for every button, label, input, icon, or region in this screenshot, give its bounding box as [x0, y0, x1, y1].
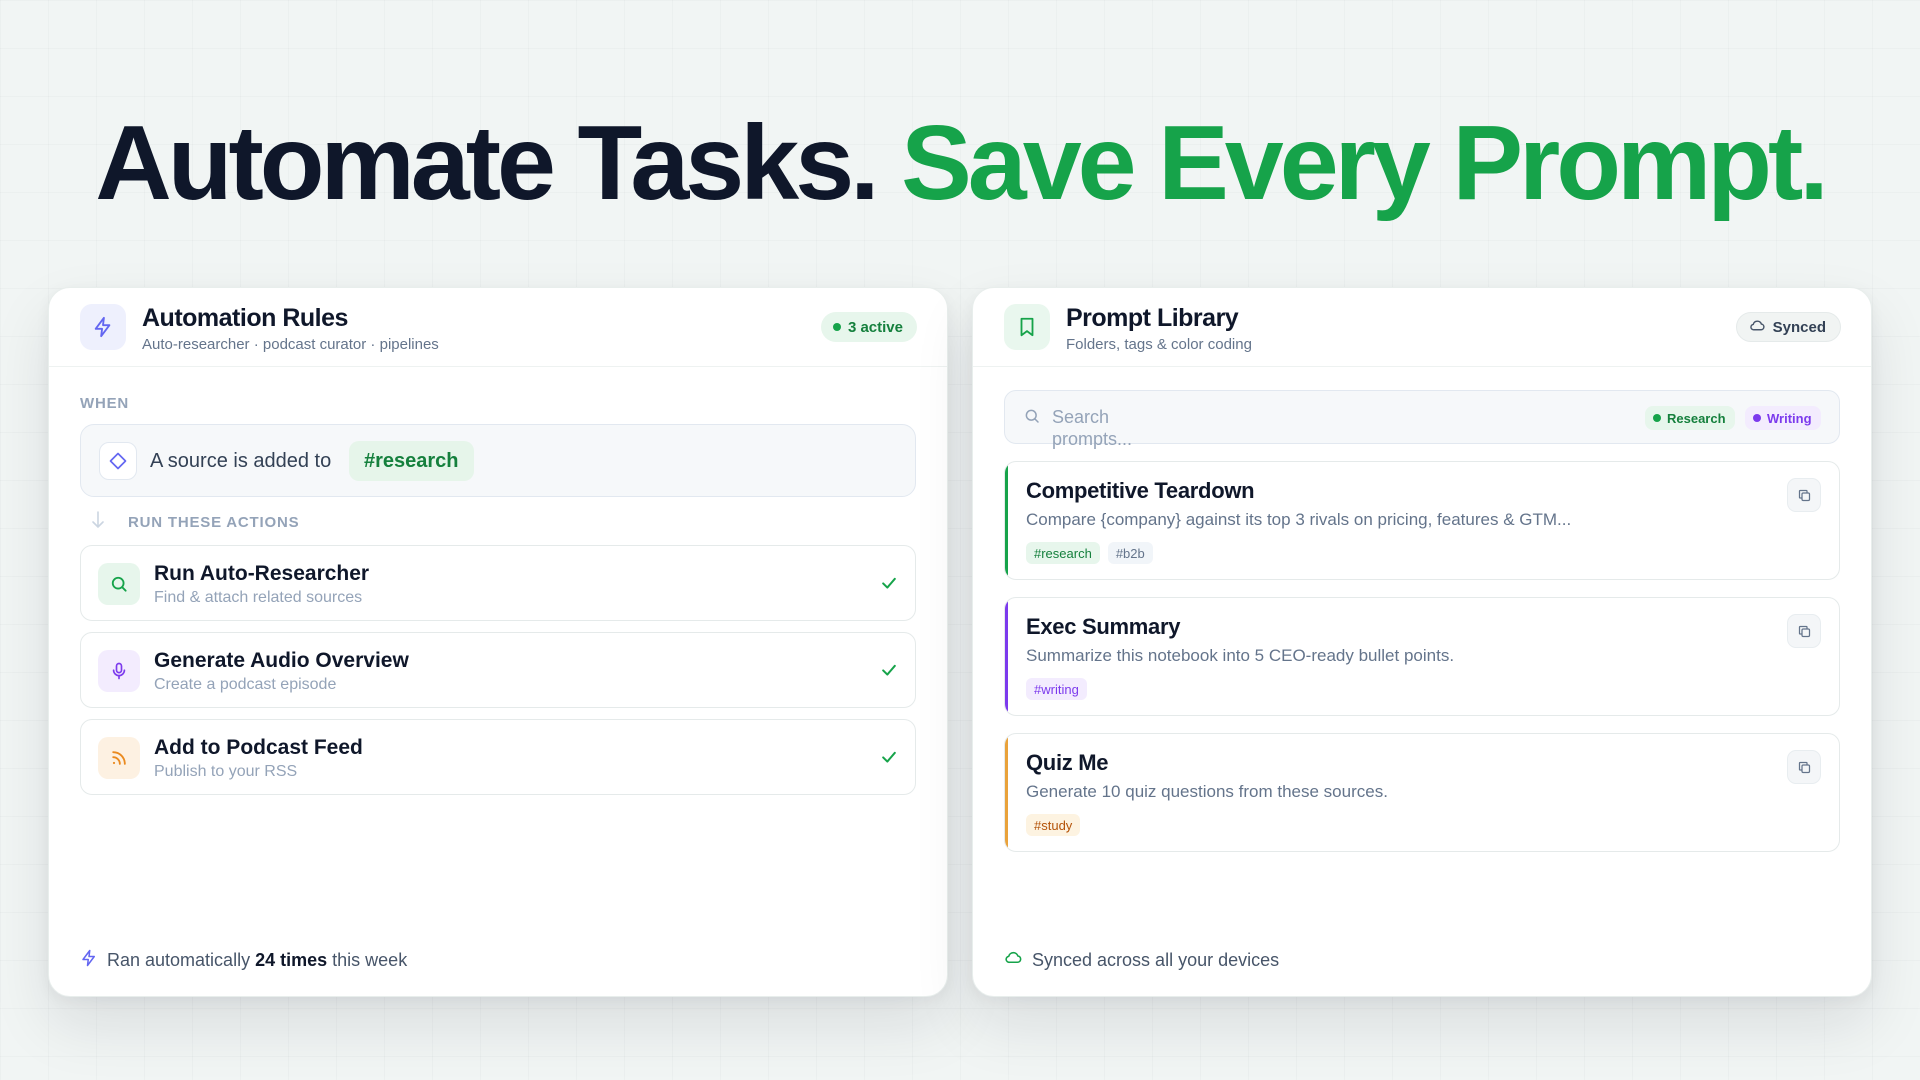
- action-title: Add to Podcast Feed: [154, 736, 363, 759]
- copy-icon: [1798, 489, 1810, 501]
- library-subtitle: Folders, tags & color coding: [1066, 336, 1252, 353]
- bookmark-icon: [1004, 304, 1050, 350]
- prompt-title: Competitive Teardown: [1026, 478, 1255, 503]
- trigger-condition[interactable]: A source is added to #research: [80, 424, 916, 497]
- cloud-icon: [1004, 948, 1023, 972]
- action-item-auto-researcher[interactable]: Run Auto-Researcher Find & attach relate…: [80, 545, 916, 621]
- status-dot: [832, 323, 841, 331]
- active-count-label: 3 active: [847, 318, 903, 336]
- action-subtitle: Create a podcast episode: [154, 676, 337, 693]
- run-actions-label: RUN THESE ACTIONS: [128, 514, 300, 531]
- filter-chip-writing[interactable]: Writing: [1745, 406, 1821, 430]
- chip-dot: [1653, 414, 1661, 422]
- copy-button[interactable]: [1787, 478, 1821, 512]
- cloud-icon: [1749, 317, 1766, 338]
- copy-icon: [1798, 625, 1810, 637]
- prompt-description: Summarize this notebook into 5 CEO-ready…: [1026, 646, 1455, 665]
- library-title: Prompt Library: [1066, 304, 1239, 332]
- prompt-description: Compare {company} against its top 3 riva…: [1026, 510, 1572, 529]
- search-icon: [98, 563, 140, 605]
- chip-label: Research: [1667, 410, 1726, 426]
- tag-study[interactable]: #study: [1026, 814, 1081, 836]
- bolt-icon: [80, 949, 98, 972]
- prompt-library-card: Prompt Library Folders, tags & color cod…: [972, 287, 1872, 997]
- prompt-tags: #writing: [1026, 678, 1087, 700]
- library-footer-text: Synced across all your devices: [1032, 949, 1280, 970]
- chip-dot: [1753, 414, 1761, 422]
- footer-suffix: this week: [332, 950, 408, 970]
- automation-footer: Ran automatically 24 times this week: [80, 949, 407, 972]
- tag-research[interactable]: #research: [1026, 542, 1100, 564]
- active-count-badge: 3 active: [820, 312, 917, 342]
- trigger-text: A source is added to: [150, 450, 332, 472]
- action-item-podcast-feed[interactable]: Add to Podcast Feed Publish to your RSS: [80, 719, 916, 795]
- chip-label: Writing: [1767, 410, 1812, 426]
- check-icon: [879, 660, 899, 685]
- bolt-icon: [80, 304, 126, 350]
- action-subtitle: Find & attach related sources: [154, 589, 363, 606]
- action-title: Generate Audio Overview: [154, 649, 409, 672]
- automation-card-header: Automation Rules Auto-researcher · podca…: [49, 288, 947, 367]
- automation-title: Automation Rules: [142, 304, 348, 332]
- synced-badge: Synced: [1735, 312, 1841, 342]
- prompt-card-quiz-me[interactable]: Quiz Me Generate 10 quiz questions from …: [1004, 733, 1840, 852]
- prompt-search-bar[interactable]: Search prompts... Research Writing: [1004, 390, 1840, 449]
- copy-icon: [1798, 761, 1810, 773]
- when-label: WHEN: [80, 395, 130, 412]
- search-input[interactable]: Search prompts...: [1052, 406, 1152, 450]
- check-icon: [879, 747, 899, 772]
- prompt-title: Exec Summary: [1026, 614, 1181, 639]
- headline-part-1: Automate Tasks.: [95, 104, 879, 222]
- synced-label: Synced: [1772, 318, 1826, 336]
- prompt-card-competitive-teardown[interactable]: Competitive Teardown Compare {company} a…: [1004, 461, 1840, 580]
- prompt-card-exec-summary[interactable]: Exec Summary Summarize this notebook int…: [1004, 597, 1840, 716]
- tag-writing[interactable]: #writing: [1026, 678, 1087, 700]
- footer-prefix: Ran automatically: [107, 950, 251, 970]
- copy-button[interactable]: [1787, 614, 1821, 648]
- prompt-tags: #study: [1026, 814, 1081, 836]
- diamond-icon: [99, 442, 137, 480]
- filter-chip-research[interactable]: Research: [1645, 406, 1735, 430]
- tag-b2b[interactable]: #b2b: [1107, 542, 1153, 564]
- library-card-header: Prompt Library Folders, tags & color cod…: [973, 288, 1871, 367]
- trigger-tag[interactable]: #research: [349, 441, 474, 481]
- prompt-tags: #research #b2b: [1026, 542, 1153, 564]
- automation-rules-card: Automation Rules Auto-researcher · podca…: [48, 287, 948, 997]
- headline-part-2: Save Every Prompt.: [901, 104, 1829, 222]
- mic-icon: [98, 650, 140, 692]
- footer-count: 24 times: [255, 950, 328, 970]
- arrow-down-icon: [90, 510, 106, 535]
- action-subtitle: Publish to your RSS: [154, 763, 298, 780]
- copy-button[interactable]: [1787, 750, 1821, 784]
- automation-subtitle: Auto-researcher · podcast curator · pipe…: [142, 336, 439, 353]
- rss-icon: [98, 737, 140, 779]
- library-footer: Synced across all your devices: [1004, 948, 1279, 972]
- action-title: Run Auto-Researcher: [154, 562, 370, 585]
- action-item-audio-overview[interactable]: Generate Audio Overview Create a podcast…: [80, 632, 916, 708]
- hero-headline: Automate Tasks. Save Every Prompt.: [0, 108, 1920, 218]
- prompt-description: Generate 10 quiz questions from these so…: [1026, 782, 1388, 801]
- search-icon: [1023, 407, 1041, 430]
- check-icon: [879, 573, 899, 598]
- prompt-title: Quiz Me: [1026, 750, 1109, 775]
